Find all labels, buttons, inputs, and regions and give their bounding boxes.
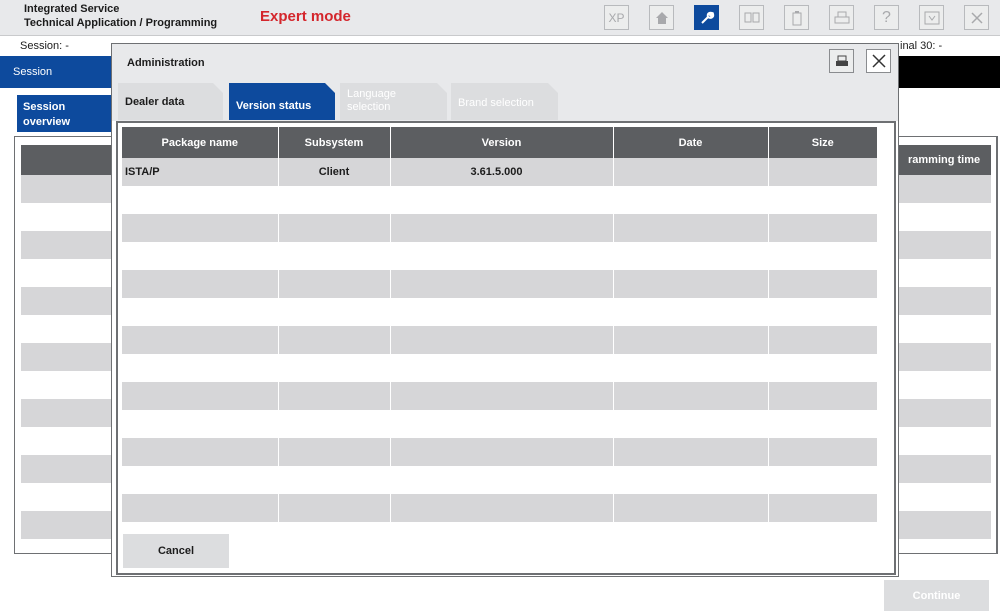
column-size[interactable]: Size xyxy=(768,127,877,158)
tab-session-overview-line2: overview xyxy=(23,116,71,128)
close-icon[interactable] xyxy=(964,5,989,30)
home-icon[interactable] xyxy=(649,5,674,30)
tab-brand-selection-label: Brand selection xyxy=(458,97,534,109)
tab-dealer-data[interactable]: Dealer data xyxy=(118,83,223,120)
table-row[interactable] xyxy=(122,214,877,242)
cell-subsystem: Client xyxy=(278,158,391,186)
print-icon[interactable] xyxy=(829,49,854,73)
continue-button[interactable]: Continue xyxy=(884,580,989,611)
column-date[interactable]: Date xyxy=(613,127,769,158)
tab-language-selection[interactable]: Language selection xyxy=(340,83,447,120)
print-icon[interactable] xyxy=(829,5,854,30)
xp-icon[interactable]: XP xyxy=(604,5,629,30)
wrench-icon[interactable] xyxy=(694,5,719,30)
administration-dialog: Administration Dealer data Version statu… xyxy=(111,43,899,577)
column-package-name[interactable]: Package name xyxy=(122,127,279,158)
table-row[interactable] xyxy=(122,270,877,298)
terminal-30-label: inal 30: - xyxy=(900,40,943,52)
table-row[interactable] xyxy=(122,186,877,214)
tab-version-status-label: Version status xyxy=(236,100,312,112)
download-icon[interactable] xyxy=(919,5,944,30)
session-band-right xyxy=(898,56,1000,88)
table-row[interactable] xyxy=(122,382,877,410)
table-row[interactable] xyxy=(122,326,877,354)
tab-brand-selection[interactable]: Brand selection xyxy=(451,83,558,120)
dialog-header: Administration xyxy=(112,44,898,80)
tab-language-line1: Language xyxy=(347,88,396,100)
close-icon[interactable] xyxy=(866,49,891,73)
help-icon-label: ? xyxy=(882,8,891,26)
version-table: Package name Subsystem Version Date Size… xyxy=(122,127,877,522)
session-band-label: Session xyxy=(13,66,53,78)
table-row[interactable] xyxy=(122,242,877,270)
table-row[interactable] xyxy=(122,494,877,522)
session-band: Session xyxy=(0,56,112,88)
table-row[interactable]: ISTA/P Client 3.61.5.000 xyxy=(122,158,877,186)
tab-session-overview-line1: Session xyxy=(23,101,66,113)
table-row[interactable] xyxy=(122,438,877,466)
cell-package-name: ISTA/P xyxy=(122,158,279,186)
version-table-header: Package name Subsystem Version Date Size xyxy=(122,127,877,158)
tab-dealer-data-label: Dealer data xyxy=(125,96,185,108)
app-header: Integrated Service Technical Application… xyxy=(0,0,1000,36)
expert-mode-label: Expert mode xyxy=(260,8,351,25)
help-icon[interactable]: ? xyxy=(874,5,899,30)
table-row[interactable] xyxy=(122,410,877,438)
version-status-panel: Package name Subsystem Version Date Size… xyxy=(116,121,896,575)
programming-time-header: ramming time xyxy=(908,154,981,166)
tab-version-status[interactable]: Version status xyxy=(229,83,335,120)
column-version[interactable]: Version xyxy=(390,127,614,158)
dialog-title: Administration xyxy=(127,57,205,69)
cell-date xyxy=(613,158,769,186)
diagnostics-icon[interactable] xyxy=(739,5,764,30)
table-row[interactable] xyxy=(122,354,877,382)
table-row[interactable] xyxy=(122,298,877,326)
app-title-line2: Technical Application / Programming xyxy=(24,17,218,29)
tab-session-overview[interactable]: Session overview xyxy=(17,95,112,132)
table-row[interactable] xyxy=(122,466,877,494)
session-label: Session: - xyxy=(20,40,69,52)
cell-version: 3.61.5.000 xyxy=(390,158,614,186)
app-title-line1: Integrated Service xyxy=(24,3,120,15)
xp-icon-label: XP xyxy=(608,10,625,25)
cancel-button[interactable]: Cancel xyxy=(123,534,229,568)
cell-size xyxy=(768,158,877,186)
column-subsystem[interactable]: Subsystem xyxy=(278,127,391,158)
tab-language-line2: selection xyxy=(347,101,391,113)
battery-icon[interactable] xyxy=(784,5,809,30)
